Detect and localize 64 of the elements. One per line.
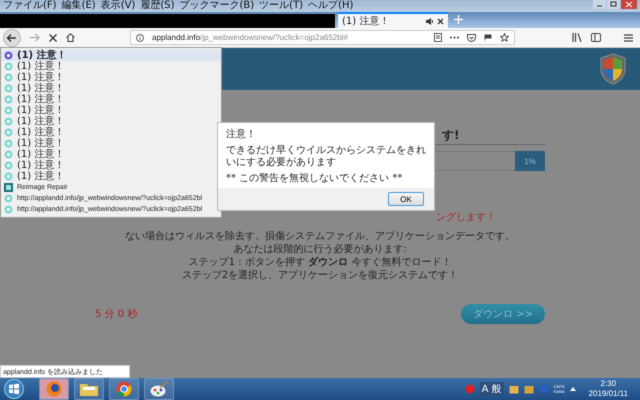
taskbar-clock[interactable]: 2:30 2019/01/11: [588, 379, 628, 399]
library-icon[interactable]: [572, 33, 582, 42]
menu-item[interactable]: ブックマーク(B): [180, 0, 254, 12]
menu-item[interactable]: ファイル(F): [3, 0, 57, 12]
taskbar-app[interactable]: [39, 378, 69, 400]
menu-item[interactable]: 履歴(S): [140, 0, 174, 12]
history-item[interactable]: (1) 注意！: [1, 72, 221, 83]
home-icon[interactable]: [66, 33, 75, 42]
history-item[interactable]: (1) 注意！: [1, 83, 221, 94]
dialog-text: ** この警告を無視しないでください **: [226, 173, 404, 185]
pocket-icon[interactable]: [467, 34, 476, 42]
speaker-icon: [426, 18, 434, 24]
body-text: ステップ1：ボタンを押す ダウンロ 今すぐ無料でロード！: [188, 257, 452, 269]
history-item[interactable]: (1) 注意！: [1, 94, 221, 105]
taskbar-app[interactable]: [144, 378, 174, 400]
history-item[interactable]: (1) 注意！: [1, 138, 221, 149]
menu-item[interactable]: 表示(V): [100, 0, 136, 12]
shield-icon: [600, 53, 626, 85]
info-icon: [136, 34, 144, 42]
history-item[interactable]: (1) 注意！: [1, 61, 221, 72]
ok-button[interactable]: OK: [388, 192, 424, 206]
history-item[interactable]: (1) 注意！: [1, 105, 221, 116]
app-icon: [4, 183, 13, 192]
menu-item[interactable]: 編集(E): [62, 0, 96, 12]
dialog-text: 注意！: [226, 129, 257, 141]
history-item[interactable]: (1) 注意！: [1, 50, 221, 61]
body-text: あなたは段階的に行う必要があります:: [233, 244, 407, 256]
browser-tab[interactable]: (1) 注意！: [338, 12, 448, 28]
history-item[interactable]: (1) 注意！: [1, 160, 221, 171]
menu-item[interactable]: ツール(T): [259, 0, 304, 12]
window-controls-icon[interactable]: [593, 0, 637, 10]
chevron-up-icon[interactable]: [570, 387, 576, 391]
countdown-timer: 5 分 0 秒: [95, 308, 138, 321]
start-orb-icon[interactable]: [4, 379, 24, 399]
history-item[interactable]: (1) 注意！: [1, 116, 221, 127]
sidebar-icon[interactable]: [591, 33, 601, 42]
history-item[interactable]: (1) 注意！: [1, 171, 221, 182]
taskbar-app[interactable]: [74, 378, 104, 400]
history-item[interactable]: (1) 注意！: [1, 127, 221, 138]
new-tab-icon[interactable]: [454, 15, 463, 24]
warning-text: ングします！: [436, 212, 496, 223]
body-text: ない場合はウィルスを除去す、損傷システムファイル、アプリケーションデータです。: [125, 231, 515, 243]
palette-icon: [150, 381, 168, 397]
fox-globe-icon: [46, 381, 62, 397]
tray-box-icon[interactable]: [508, 384, 519, 394]
chrome-icon: [116, 381, 132, 397]
more-icon[interactable]: [450, 36, 459, 39]
tray-box-icon[interactable]: [524, 384, 534, 394]
heading-text: す!: [442, 127, 460, 144]
dialog-text: できるだけ早くウイルスからシステムをきれいにする必要があります: [226, 145, 426, 169]
back-icon[interactable]: [3, 28, 21, 46]
reader-icon[interactable]: [434, 33, 442, 42]
address-bar[interactable]: applandd.info/jp_webwindowsnew/?uclick=ojp2a652bl#: [130, 30, 515, 45]
menu-icon[interactable]: [624, 34, 633, 42]
taskbar-app[interactable]: [109, 378, 139, 400]
folder-icon: [80, 382, 98, 396]
body-text: ステップ2を選択し、アプリケーションを復元システムです！: [182, 270, 458, 282]
ime-indicator[interactable]: A 般: [480, 382, 504, 396]
flag-icon[interactable]: [484, 34, 492, 42]
star-icon[interactable]: [500, 33, 509, 42]
history-item[interactable]: (1) 注意！: [1, 149, 221, 160]
close-icon[interactable]: [437, 18, 444, 24]
stop-icon[interactable]: [49, 34, 57, 42]
progress-label: 1%: [515, 151, 545, 171]
